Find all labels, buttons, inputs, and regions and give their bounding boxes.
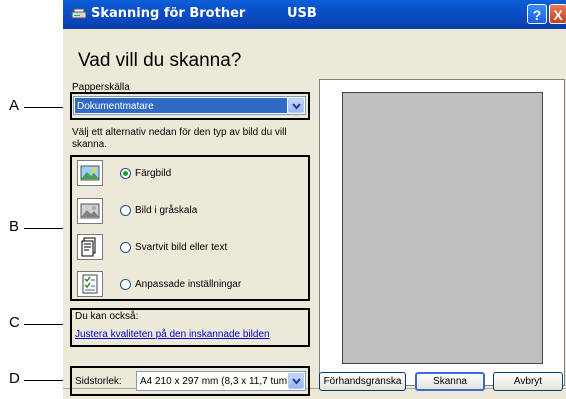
- chevron-down-icon[interactable]: [288, 98, 304, 113]
- page-size-label: Sidstorlek:: [75, 376, 122, 387]
- title-bar[interactable]: Skanning för Brother USB ? X: [63, 0, 566, 29]
- option-label-bw-text: Svartvit bild eller text: [135, 242, 228, 253]
- options-intro-text: Välj ett alternativ nedan för den typ av…: [72, 127, 287, 150]
- connection-label: USB: [287, 6, 317, 21]
- dialog-content: Vad vill du skanna? Papperskälla Dokumen…: [63, 29, 566, 399]
- adjust-quality-link[interactable]: Justera kvaliteten på den inskannade bil…: [75, 329, 270, 340]
- callout-b: B: [9, 218, 20, 235]
- cancel-button[interactable]: Avbryt: [493, 372, 563, 391]
- window-title: Skanning för Brother: [91, 6, 246, 21]
- callout-d: D: [9, 370, 20, 387]
- page-size-value: A4 210 x 297 mm (8,3 x 11,7 tum: [138, 373, 287, 389]
- color-photo-icon[interactable]: [77, 160, 103, 186]
- custom-settings-icon[interactable]: [77, 271, 103, 297]
- option-label-color-photo: Färgbild: [135, 168, 172, 179]
- preview-page: [342, 92, 543, 364]
- callout-c: C: [9, 314, 20, 331]
- option-label-grayscale: Bild i gråskala: [135, 205, 198, 216]
- preview-button[interactable]: Förhandsgranska: [319, 372, 406, 391]
- radio-color-photo[interactable]: [120, 168, 131, 179]
- scan-dialog: Skanning för Brother USB ? X Vad vill du…: [63, 0, 566, 399]
- radio-custom[interactable]: [120, 279, 131, 290]
- paper-source-select[interactable]: Dokumentmatare: [73, 96, 306, 115]
- radio-grayscale[interactable]: [120, 205, 131, 216]
- preview-pane: [319, 79, 565, 386]
- help-button[interactable]: ?: [527, 4, 547, 24]
- grayscale-photo-icon[interactable]: [77, 198, 103, 224]
- radio-bw-text[interactable]: [120, 242, 131, 253]
- also-label: Du kan också:: [75, 311, 139, 322]
- page-size-select[interactable]: A4 210 x 297 mm (8,3 x 11,7 tum: [136, 371, 306, 391]
- close-button[interactable]: X: [549, 4, 566, 24]
- scanner-icon: [71, 7, 87, 21]
- page-title: Vad vill du skanna?: [78, 50, 242, 71]
- radio-selected-dot: [123, 171, 128, 176]
- scan-button[interactable]: Skanna: [415, 372, 485, 391]
- option-label-custom: Anpassade inställningar: [135, 279, 242, 290]
- paper-source-value: Dokumentmatare: [75, 98, 287, 113]
- callout-a: A: [9, 97, 20, 114]
- bw-text-icon[interactable]: [77, 234, 103, 260]
- chevron-down-icon[interactable]: [288, 373, 304, 389]
